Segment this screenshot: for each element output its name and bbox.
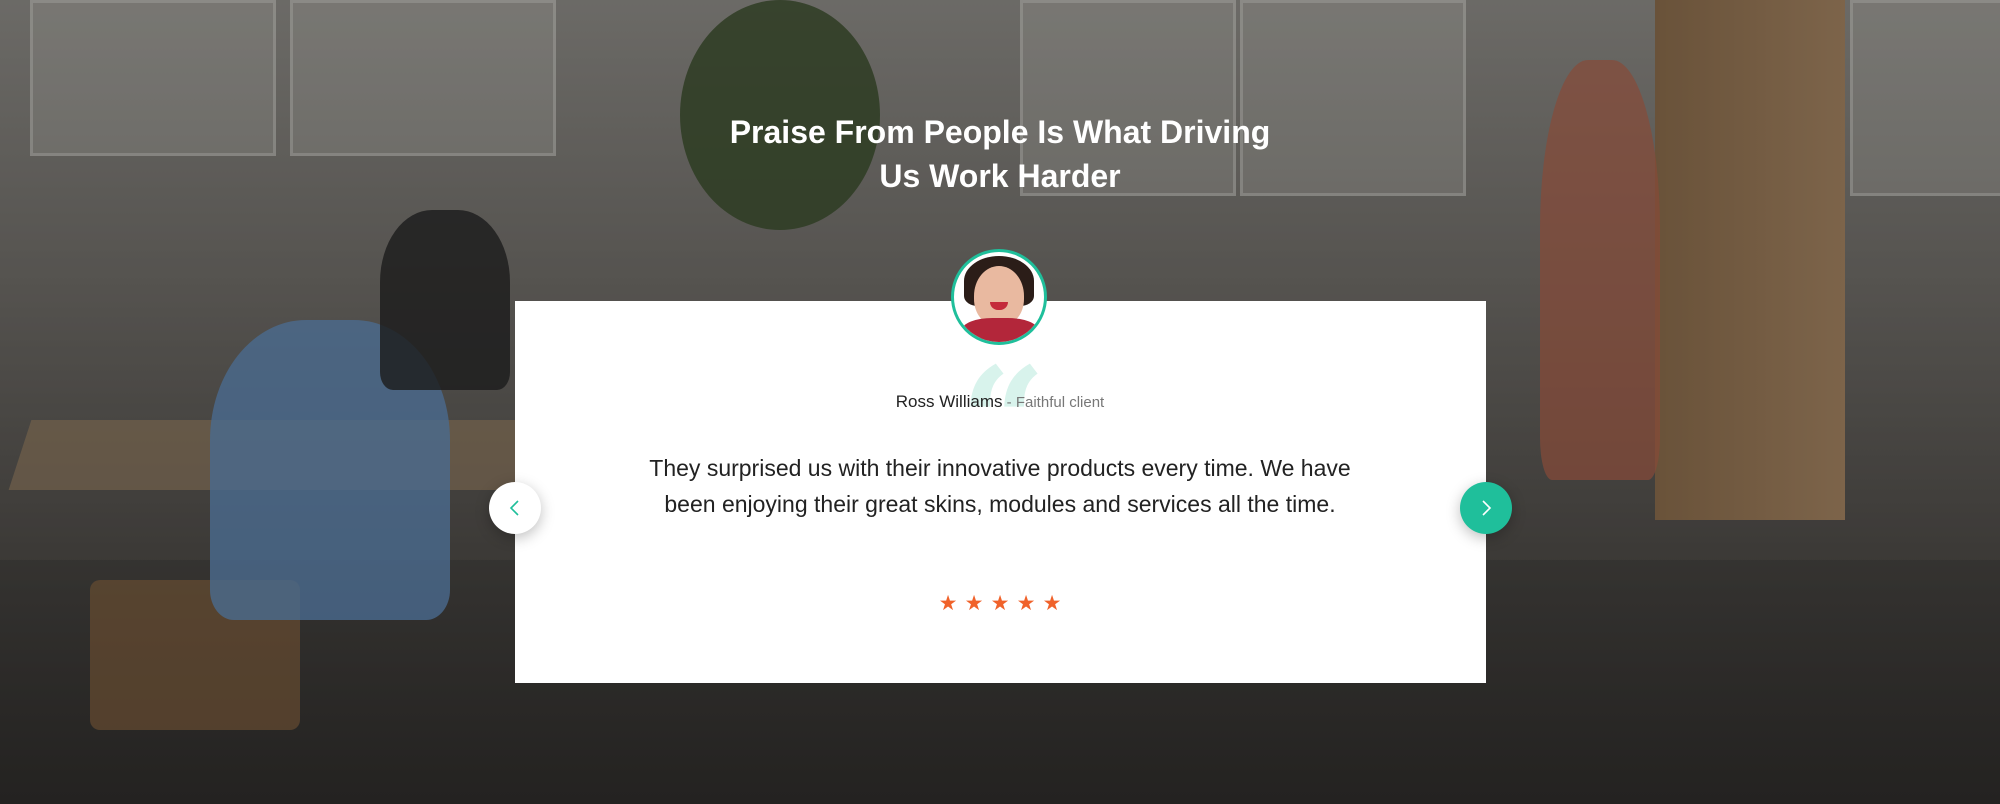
star-icon: ★ bbox=[938, 591, 958, 615]
star-icon: ★ bbox=[1042, 591, 1062, 615]
rating-stars: ★ ★ ★ ★ ★ bbox=[935, 593, 1065, 615]
chevron-right-icon bbox=[1482, 500, 1492, 516]
next-testimonial-button[interactable] bbox=[1460, 482, 1512, 534]
previous-testimonial-button[interactable] bbox=[489, 482, 541, 534]
chevron-left-icon bbox=[509, 500, 519, 516]
author-separator: - bbox=[1002, 394, 1016, 411]
author-role: Faithful client bbox=[1015, 394, 1105, 411]
testimonial-author: Ross Williams - Faithful client bbox=[700, 392, 1300, 412]
testimonial-hero: Praise From People Is What Driving Us Wo… bbox=[0, 0, 2000, 804]
author-name: Ross Williams bbox=[895, 392, 1003, 411]
testimonial-text: They surprised us with their innovative … bbox=[649, 455, 1351, 517]
section-title-line-1: Praise From People Is What Driving bbox=[729, 114, 1271, 150]
star-icon: ★ bbox=[1016, 591, 1036, 615]
section-title: Praise From People Is What Driving Us Wo… bbox=[700, 110, 1300, 198]
author-avatar bbox=[951, 249, 1047, 345]
section-title-line-2: Us Work Harder bbox=[879, 158, 1121, 194]
star-icon: ★ bbox=[990, 591, 1010, 615]
star-icon: ★ bbox=[964, 591, 984, 615]
